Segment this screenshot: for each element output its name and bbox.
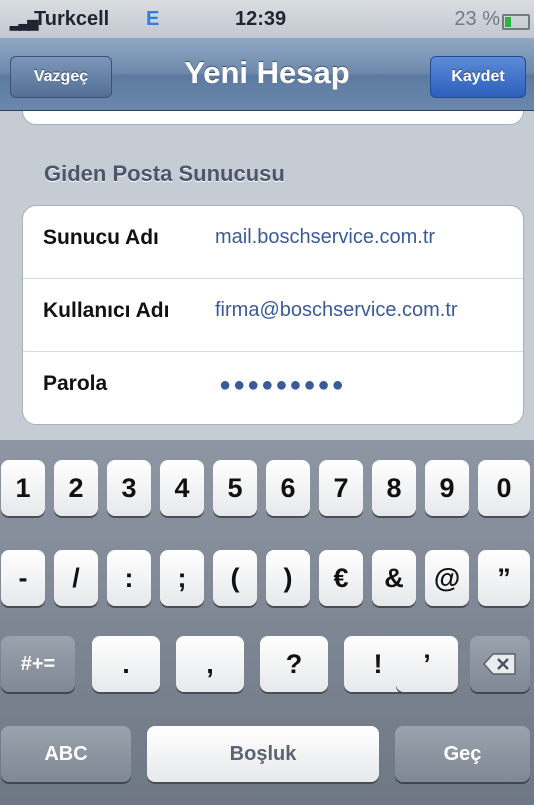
key-apostrophe[interactable]: ’	[396, 636, 458, 692]
carrier-name: Turkcell	[34, 8, 110, 30]
key-5[interactable]: 5	[213, 460, 257, 516]
symbols-shift-key[interactable]: #+=	[1, 636, 75, 692]
delete-key[interactable]	[470, 636, 530, 692]
delete-key-icon	[483, 653, 516, 675]
save-button[interactable]: Kaydet	[430, 56, 526, 98]
abc-key[interactable]: ABC	[1, 726, 131, 782]
key-quote[interactable]: ”	[478, 550, 530, 606]
key-2[interactable]: 2	[54, 460, 98, 516]
server-name-label: Sunucu Adı	[43, 226, 159, 249]
key-period[interactable]: .	[92, 636, 160, 692]
network-type: E	[146, 8, 160, 30]
key-open-paren[interactable]: (	[213, 550, 257, 606]
form-content: Giden Posta Sunucusu Sunucu Adı mail.bos…	[0, 111, 534, 440]
key-hyphen[interactable]: -	[1, 550, 45, 606]
key-7[interactable]: 7	[319, 460, 363, 516]
status-bar: ▂▃▅ Turkcell E 12:39 23 %	[0, 0, 534, 38]
key-comma[interactable]: ,	[176, 636, 244, 692]
key-4[interactable]: 4	[160, 460, 204, 516]
key-3[interactable]: 3	[107, 460, 151, 516]
key-0[interactable]: 0	[478, 460, 530, 516]
key-1[interactable]: 1	[1, 460, 45, 516]
key-question[interactable]: ?	[260, 636, 328, 692]
space-key[interactable]: Boşluk	[147, 726, 379, 782]
key-8[interactable]: 8	[372, 460, 416, 516]
battery-icon	[502, 14, 530, 30]
username-label: Kullanıcı Adı	[43, 299, 170, 322]
keyboard: 1 2 3 4 5 6 7 8 9 0 - / : ; ( ) € & @ ” …	[0, 440, 534, 805]
battery-percent: 23 %	[454, 8, 500, 30]
password-field[interactable]: ●●●●●●●●●	[219, 374, 346, 397]
username-field[interactable]: firma@boschservice.com.tr	[215, 299, 458, 322]
key-semicolon[interactable]: ;	[160, 550, 204, 606]
key-euro[interactable]: €	[319, 550, 363, 606]
clock: 12:39	[235, 8, 287, 30]
section-header: Giden Posta Sunucusu	[44, 161, 285, 186]
outgoing-server-group: Sunucu Adı mail.boschservice.com.tr Kull…	[22, 205, 524, 425]
username-row[interactable]: Kullanıcı Adı firma@boschservice.com.tr	[23, 278, 523, 351]
key-slash[interactable]: /	[54, 550, 98, 606]
key-9[interactable]: 9	[425, 460, 469, 516]
key-colon[interactable]: :	[107, 550, 151, 606]
key-at[interactable]: @	[425, 550, 469, 606]
password-label: Parola	[43, 372, 108, 395]
navigation-bar: Vazgeç Yeni Hesap Kaydet	[0, 38, 534, 111]
signal-icon: ▂▃▅	[10, 14, 38, 30]
server-name-field[interactable]: mail.boschservice.com.tr	[215, 226, 435, 249]
previous-section-card	[22, 111, 524, 125]
key-6[interactable]: 6	[266, 460, 310, 516]
server-name-row[interactable]: Sunucu Adı mail.boschservice.com.tr	[23, 206, 523, 278]
key-close-paren[interactable]: )	[266, 550, 310, 606]
password-row[interactable]: Parola ●●●●●●●●●	[23, 351, 523, 424]
key-ampersand[interactable]: &	[372, 550, 416, 606]
go-key[interactable]: Geç	[395, 726, 530, 782]
